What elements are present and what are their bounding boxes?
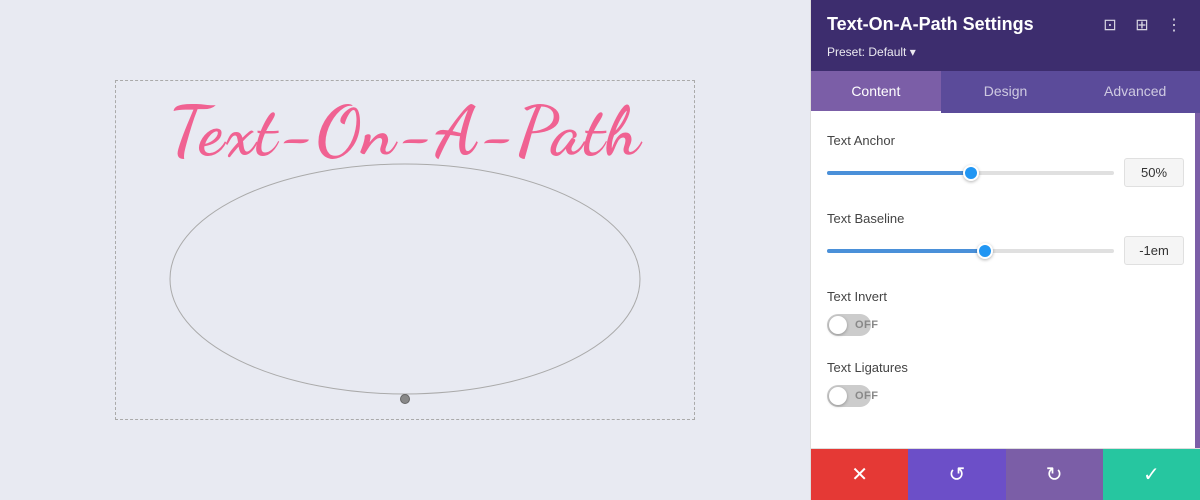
canvas-area: Text-On-A-Path [0,0,810,500]
text-baseline-label: Text Baseline [827,211,1184,226]
bottom-toolbar: ✕ ↺ ↻ ✓ [811,448,1200,500]
text-baseline-fill [827,249,985,253]
text-anchor-label: Text Anchor [827,133,1184,148]
canvas-content: Text-On-A-Path [115,80,695,420]
tab-design[interactable]: Design [941,71,1071,113]
tab-content[interactable]: Content [811,71,941,113]
preset-row[interactable]: Preset: Default ▾ [827,45,1184,59]
settings-panel: Text-On-A-Path Settings ⊡ ⊞ ⋮ Preset: De… [810,0,1200,500]
cancel-icon: ✕ [851,462,868,487]
panel-header-icons: ⊡ ⊞ ⋮ [1100,15,1184,35]
text-baseline-setting: Text Baseline -1em [827,211,1184,265]
text-anchor-setting: Text Anchor 50% [827,133,1184,187]
cancel-button[interactable]: ✕ [811,449,908,500]
text-anchor-value[interactable]: 50% [1124,158,1184,187]
text-invert-label: Text Invert [827,289,1184,304]
text-anchor-slider-container [827,163,1114,183]
text-anchor-slider-row: 50% [827,158,1184,187]
split-icon[interactable]: ⊞ [1132,15,1152,35]
tab-advanced[interactable]: Advanced [1070,71,1200,113]
text-baseline-value[interactable]: -1em [1124,236,1184,265]
text-anchor-thumb[interactable] [963,165,979,181]
redo-button[interactable]: ↻ [1006,449,1103,500]
reset-button[interactable]: ↺ [908,449,1005,500]
text-invert-toggle-row: OFF [827,314,1184,336]
text-ligatures-knob [829,387,847,405]
reset-icon: ↺ [948,462,965,487]
redo-icon: ↻ [1046,462,1063,487]
text-anchor-track [827,171,1114,175]
tabs-bar: Content Design Advanced [811,71,1200,113]
preset-label: Preset: Default [827,45,906,59]
text-baseline-thumb[interactable] [977,243,993,259]
more-options-icon[interactable]: ⋮ [1164,15,1184,35]
text-ligatures-off-label: OFF [855,390,879,402]
path-ellipse [165,159,645,399]
text-invert-toggle[interactable]: OFF [827,314,871,336]
confirm-icon: ✓ [1143,462,1160,487]
panel-title: Text-On-A-Path Settings [827,14,1034,35]
text-ligatures-toggle-row: OFF [827,385,1184,407]
text-invert-setting: Text Invert OFF [827,289,1184,336]
preset-arrow: ▾ [910,45,916,59]
path-handle[interactable] [400,394,410,404]
text-baseline-track [827,249,1114,253]
text-baseline-slider-row: -1em [827,236,1184,265]
text-ligatures-setting: Text Ligatures OFF [827,360,1184,407]
confirm-button[interactable]: ✓ [1103,449,1200,500]
panel-title-row: Text-On-A-Path Settings ⊡ ⊞ ⋮ [827,14,1184,35]
text-ligatures-toggle[interactable]: OFF [827,385,871,407]
text-invert-knob [829,316,847,334]
expand-icon[interactable]: ⊡ [1100,15,1120,35]
text-invert-off-label: OFF [855,319,879,331]
text-anchor-fill [827,171,971,175]
panel-header: Text-On-A-Path Settings ⊡ ⊞ ⋮ Preset: De… [811,0,1200,71]
text-baseline-slider-container [827,241,1114,261]
accent-bar [1195,113,1200,448]
text-ligatures-label: Text Ligatures [827,360,1184,375]
panel-body: Text Anchor 50% Text Baseline [811,113,1200,448]
